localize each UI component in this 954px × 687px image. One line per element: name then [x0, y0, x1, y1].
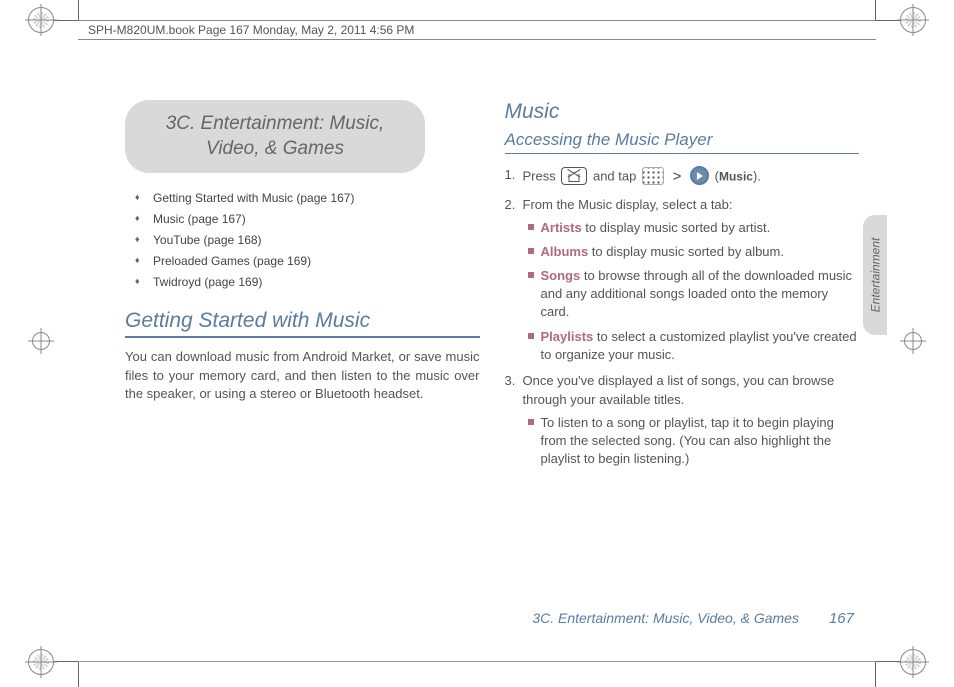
- tab-list: Artists to display music sorted by artis…: [523, 219, 860, 364]
- heading-music: Music: [505, 100, 860, 124]
- steps-list: 1. Press and tap > (Music). 2. From the …: [505, 166, 860, 468]
- square-bullet-icon: [528, 333, 534, 339]
- music-app-icon: [690, 166, 709, 185]
- tab-label: Playlists: [541, 329, 594, 344]
- section-title-capsule: 3C. Entertainment: Music, Video, & Games: [125, 100, 425, 173]
- section-title-line2: Video, & Games: [141, 137, 409, 162]
- registration-circle-icon: [32, 332, 50, 350]
- step1-text-d: ).: [753, 168, 761, 183]
- step-number: 2.: [505, 196, 516, 215]
- page-bottom-border: [78, 661, 876, 662]
- tab-rest: to display music sorted by album.: [588, 244, 784, 259]
- left-column: 3C. Entertainment: Music, Video, & Games…: [125, 100, 480, 587]
- toc-item: Getting Started with Music (page 167): [125, 191, 480, 205]
- step1-text-a: Press: [523, 168, 560, 183]
- toc-item: Preloaded Games (page 169): [125, 254, 480, 268]
- section-title-line1: 3C. Entertainment: Music,: [141, 112, 409, 137]
- registration-wheel-icon: [28, 7, 54, 33]
- square-bullet-icon: [528, 419, 534, 425]
- tab-item-playlists: Playlists to select a customized playlis…: [523, 328, 860, 364]
- tab-label: Albums: [541, 244, 589, 259]
- tab-label: Songs: [541, 268, 581, 283]
- registration-wheel-icon: [28, 649, 54, 675]
- registration-circle-icon: [904, 332, 922, 350]
- tab-item-songs: Songs to browse through all of the downl…: [523, 267, 860, 322]
- heading-getting-started: Getting Started with Music: [125, 309, 480, 338]
- step3-text: Once you've displayed a list of songs, y…: [523, 373, 835, 407]
- square-bullet-icon: [528, 248, 534, 254]
- toc-item: YouTube (page 168): [125, 233, 480, 247]
- heading-accessing-player: Accessing the Music Player: [505, 130, 860, 154]
- document-header: SPH-M820UM.book Page 167 Monday, May 2, …: [78, 20, 876, 40]
- step-number: 3.: [505, 372, 516, 391]
- tab-item-albums: Albums to display music sorted by album.: [523, 243, 860, 261]
- step3-sub-text: To listen to a song or playlist, tap it …: [541, 415, 834, 466]
- music-label: Music: [719, 169, 753, 183]
- page-footer: 3C. Entertainment: Music, Video, & Games…: [532, 610, 854, 627]
- tab-rest: to display music sorted by artist.: [582, 220, 771, 235]
- step3-sub-item: To listen to a song or playlist, tap it …: [523, 414, 860, 469]
- footer-text: 3C. Entertainment: Music, Video, & Games: [532, 610, 799, 626]
- tab-item-artists: Artists to display music sorted by artis…: [523, 219, 860, 237]
- right-column: Music Accessing the Music Player 1. Pres…: [505, 100, 860, 587]
- step-2: 2. From the Music display, select a tab:…: [505, 196, 860, 364]
- doc-header-text: SPH-M820UM.book Page 167 Monday, May 2, …: [88, 23, 414, 37]
- side-tab-label: Entertainment: [868, 238, 882, 313]
- tab-label: Artists: [541, 220, 582, 235]
- toc-item: Twidroyd (page 169): [125, 275, 480, 289]
- step-number: 1.: [505, 166, 516, 185]
- step-3: 3. Once you've displayed a list of songs…: [505, 372, 860, 468]
- footer-page-number: 167: [829, 610, 854, 627]
- tab-rest: to browse through all of the downloaded …: [541, 268, 852, 319]
- step3-sublist: To listen to a song or playlist, tap it …: [523, 414, 860, 469]
- apps-grid-icon: [642, 167, 664, 185]
- home-icon: [561, 167, 587, 185]
- square-bullet-icon: [528, 272, 534, 278]
- chevron-right-icon: >: [673, 166, 682, 188]
- toc-list: Getting Started with Music (page 167) Mu…: [125, 191, 480, 289]
- body-getting-started: You can download music from Android Mark…: [125, 348, 480, 403]
- square-bullet-icon: [528, 224, 534, 230]
- step2-text: From the Music display, select a tab:: [523, 197, 733, 212]
- page-content: 3C. Entertainment: Music, Video, & Games…: [125, 100, 859, 587]
- step1-text-b: and tap: [593, 168, 640, 183]
- registration-wheel-icon: [900, 7, 926, 33]
- registration-wheel-icon: [900, 649, 926, 675]
- side-tab: Entertainment: [863, 215, 887, 335]
- toc-item: Music (page 167): [125, 212, 480, 226]
- step-1: 1. Press and tap > (Music).: [505, 166, 860, 188]
